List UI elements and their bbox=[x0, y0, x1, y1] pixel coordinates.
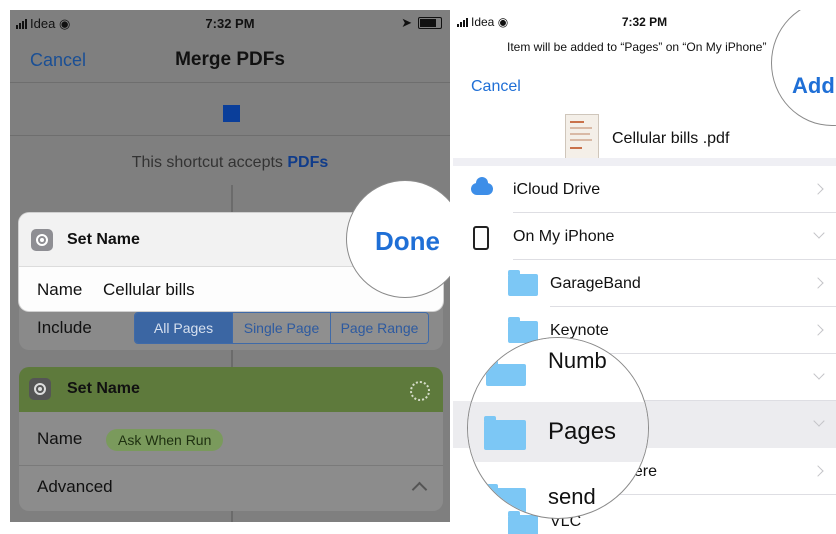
numbers-folder-label: Numb bbox=[548, 348, 607, 373]
status-time: 7:32 PM bbox=[205, 16, 255, 31]
gear-icon bbox=[31, 229, 53, 251]
segment-page-range[interactable]: Page Range bbox=[330, 313, 428, 343]
card-title: Set Name bbox=[67, 231, 140, 248]
include-label: Include bbox=[37, 318, 92, 337]
location-icloud-drive[interactable]: iCloud Drive bbox=[453, 166, 836, 213]
set-name-action-header[interactable]: Set Name bbox=[19, 367, 443, 412]
add-magnifier: Add bbox=[771, 10, 836, 126]
folder-garageband[interactable]: GarageBand bbox=[453, 260, 836, 307]
status-time: 7:32 PM bbox=[621, 15, 668, 29]
gear-icon bbox=[29, 378, 51, 400]
name-label: Name bbox=[37, 429, 83, 448]
battery-icon bbox=[418, 17, 442, 29]
stop-icon[interactable] bbox=[223, 105, 240, 122]
destination-prompt: Item will be added to “Pages” on “On My … bbox=[507, 40, 767, 54]
pdf-thumbnail-icon bbox=[565, 114, 599, 160]
location-icon: ➤ bbox=[401, 15, 412, 30]
segment-all-pages[interactable]: All Pages bbox=[135, 313, 232, 343]
cancel-button[interactable]: Cancel bbox=[471, 78, 521, 96]
include-segmented-control[interactable]: All Pages Single Page Page Range bbox=[134, 312, 429, 344]
cloud-icon bbox=[471, 177, 493, 195]
ask-when-run-token[interactable]: Ask When Run bbox=[106, 429, 224, 451]
pages-magnifier: Numb Pages send bbox=[467, 337, 649, 519]
location-label: On My iPhone bbox=[513, 228, 615, 245]
add-button[interactable]: Add bbox=[792, 73, 835, 99]
chevron-right-icon bbox=[812, 183, 824, 195]
folder-label: GarageBand bbox=[550, 275, 641, 292]
done-button[interactable]: Done bbox=[375, 226, 440, 257]
save-location-screen: Idea ◉ 7:32 PM ➤ Item will be added to “… bbox=[453, 10, 836, 534]
pages-folder-label: Pages bbox=[548, 418, 617, 445]
chevron-down-icon bbox=[813, 368, 825, 380]
folder-icon bbox=[486, 360, 526, 386]
phone-icon bbox=[473, 226, 489, 250]
location-on-my-iphone[interactable]: On My iPhone bbox=[453, 213, 836, 260]
file-name: Cellular bills .pdf bbox=[612, 130, 730, 147]
shortcuts-screen: Idea ◉ 7:32 PM ➤ Cancel Merge PDFs This … bbox=[10, 10, 450, 522]
chevron-down-icon bbox=[813, 415, 825, 427]
accepts-label: This shortcut accepts PDFs bbox=[131, 154, 329, 171]
accepted-type[interactable]: PDFs bbox=[287, 154, 328, 171]
nav-bar: Cancel Merge PDFs bbox=[10, 36, 450, 82]
page-title: Merge PDFs bbox=[175, 49, 285, 70]
loading-spinner-icon bbox=[410, 381, 430, 401]
status-bar: Idea ◉ 7:32 PM ➤ bbox=[10, 10, 450, 36]
chevron-right-icon bbox=[812, 324, 824, 336]
folder-icon bbox=[486, 484, 526, 514]
folder-icon bbox=[508, 511, 538, 534]
action-title: Set Name bbox=[67, 380, 140, 397]
chevron-right-icon bbox=[812, 277, 824, 289]
chevron-right-icon bbox=[812, 465, 824, 477]
name-label: Name bbox=[37, 280, 83, 299]
send-folder-label: send bbox=[548, 484, 596, 509]
folder-icon bbox=[484, 416, 526, 450]
folder-icon bbox=[508, 270, 538, 296]
chevron-down-icon bbox=[813, 227, 825, 239]
location-label: iCloud Drive bbox=[513, 181, 601, 198]
name-field[interactable]: Cellular bills bbox=[103, 280, 195, 300]
segment-single-page[interactable]: Single Page bbox=[232, 313, 330, 343]
advanced-label[interactable]: Advanced bbox=[37, 477, 113, 497]
